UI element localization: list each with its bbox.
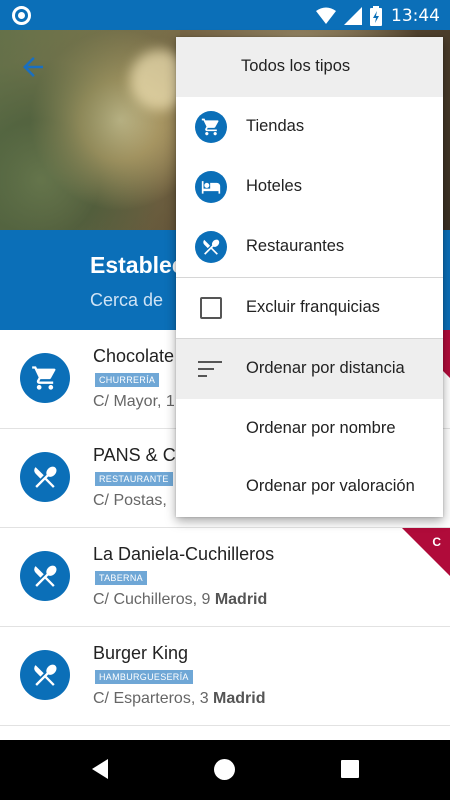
category-badge: HAMBURGUESERÍA xyxy=(95,670,193,684)
corner-ribbon: C xyxy=(402,528,450,576)
menu-item-all-types[interactable]: Todos los tipos xyxy=(176,37,443,97)
list-item[interactable]: La Daniela-Cuchilleros TABERNA C/ Cuchil… xyxy=(0,528,450,627)
establishment-name: La Daniela-Cuchilleros xyxy=(93,544,275,564)
menu-item-hoteles[interactable]: Hoteles xyxy=(176,157,443,217)
menu-item-tiendas[interactable]: Tiendas xyxy=(176,97,443,157)
establishment-name: PANS & C xyxy=(93,445,176,465)
page-title: Establec xyxy=(90,252,185,278)
establishment-name: Chocolate xyxy=(93,346,175,366)
menu-item-label: Ordenar por valoración xyxy=(246,477,415,495)
fork-knife-icon xyxy=(20,551,70,601)
cart-icon xyxy=(20,353,70,403)
cart-icon xyxy=(195,111,227,143)
filter-menu: Todos los tipos Tiendas Hoteles Restaura… xyxy=(176,37,443,517)
wifi-icon xyxy=(316,7,336,24)
arrow-back-icon xyxy=(23,57,43,77)
establishment-address: C/ Cuchilleros, 9 Madrid xyxy=(93,591,268,608)
bed-icon xyxy=(195,171,227,203)
nav-recents-icon[interactable] xyxy=(341,760,359,778)
status-icons xyxy=(316,6,382,26)
fork-knife-icon xyxy=(20,650,70,700)
menu-item-label: Hoteles xyxy=(246,177,302,195)
category-badge: RESTAURANTE xyxy=(95,472,173,486)
menu-item-exclude-franchises[interactable]: Excluir franquicias xyxy=(176,278,443,338)
menu-item-restaurantes[interactable]: Restaurantes xyxy=(176,217,443,277)
status-time: 13:44 xyxy=(391,6,440,26)
system-nav-bar xyxy=(0,740,450,800)
menu-item-sort-name[interactable]: Ordenar por nombre xyxy=(176,399,443,459)
status-bar: 13:44 xyxy=(0,0,450,30)
menu-item-sort-rating[interactable]: Ordenar por valoración xyxy=(176,457,443,517)
exclude-franchises-checkbox[interactable] xyxy=(200,297,222,319)
category-badge: CHURRERÍA xyxy=(95,373,160,387)
establishment-address: C/ Mayor, 1 xyxy=(93,393,175,410)
sort-icon xyxy=(198,361,222,377)
establishment-address: C/ Postas, xyxy=(93,492,167,509)
menu-item-sort-distance[interactable]: Ordenar por distancia xyxy=(176,339,443,399)
back-button[interactable] xyxy=(18,52,48,82)
establishment-address: C/ Esparteros, 3 Madrid xyxy=(93,690,266,707)
menu-item-label: Tiendas xyxy=(246,117,305,135)
nav-home-icon[interactable] xyxy=(214,759,235,780)
nav-back-icon[interactable] xyxy=(90,758,110,780)
page-subtitle: Cerca de xyxy=(90,290,164,310)
fork-knife-icon xyxy=(195,231,227,263)
category-badge: TABERNA xyxy=(95,571,147,585)
menu-item-label: Ordenar por distancia xyxy=(246,359,405,377)
list-item[interactable]: Burger King HAMBURGUESERÍA C/ Esparteros… xyxy=(0,627,450,726)
signal-icon xyxy=(344,7,362,25)
menu-item-label: Excluir franquicias xyxy=(246,298,380,316)
menu-item-label: Restaurantes xyxy=(246,237,345,255)
fork-knife-icon xyxy=(20,452,70,502)
menu-item-label: Ordenar por nombre xyxy=(246,419,396,437)
menu-item-label: Todos los tipos xyxy=(241,57,351,75)
battery-icon xyxy=(370,6,382,26)
app-notification-icon xyxy=(12,6,31,25)
establishment-name: Burger King xyxy=(93,643,189,663)
